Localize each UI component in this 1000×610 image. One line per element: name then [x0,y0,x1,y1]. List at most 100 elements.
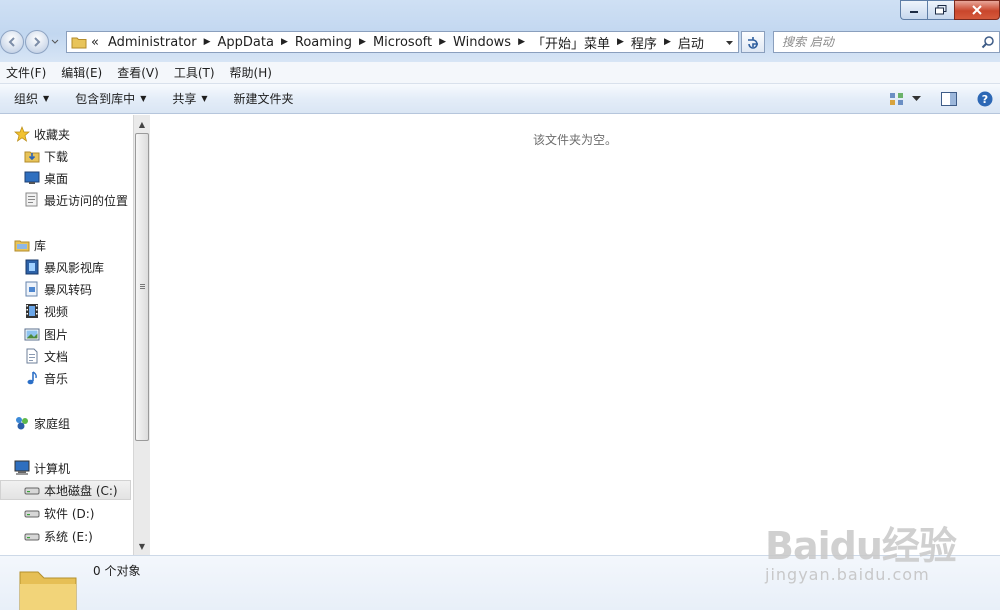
menu-file[interactable]: 文件(F) [2,64,50,81]
menu-help[interactable]: 帮助(H) [226,64,276,81]
breadcrumb-administrator[interactable]: Administrator [105,35,200,50]
help-icon: ? [977,91,993,107]
breadcrumb-start-menu[interactable]: 「开始」菜单 [529,33,613,52]
breadcrumb-separator-icon[interactable]: ▶ [435,37,450,47]
breadcrumb-separator-icon[interactable]: ▶ [660,37,675,47]
nav-item-label: 视频 [44,304,69,319]
search-button[interactable] [981,35,995,52]
close-icon [972,5,982,15]
libraries-icon [14,237,30,253]
change-view-button[interactable] [886,89,908,109]
navigation-buttons [0,30,60,54]
nav-item-drive-d[interactable]: 软件 (D:) [24,503,94,523]
breadcrumb-windows[interactable]: Windows [450,35,514,50]
address-bar[interactable]: « Administrator ▶ AppData ▶ Roaming ▶ Mi… [66,31,739,53]
back-button[interactable] [0,30,24,54]
help-button[interactable]: ? [974,89,996,109]
scroll-up-icon[interactable]: ▲ [134,116,150,132]
navigation-scrollbar[interactable]: ▲ ▼ [133,115,150,555]
star-icon [14,126,30,142]
navigation-pane: 收藏夹 下载 桌面 最近访问的位置 库 暴风影视库 暴风转码 视频 图片 文档 … [0,115,133,555]
address-dropdown[interactable] [725,36,734,51]
nav-item-label: 下载 [44,149,69,164]
homegroup-icon [14,415,30,431]
refresh-button[interactable] [741,31,765,53]
nav-item-label: 图片 [44,327,69,342]
breadcrumb-separator-icon[interactable]: ▶ [613,37,628,47]
include-in-library-button[interactable]: 包含到库中 ▼ [67,90,154,107]
menu-view[interactable]: 查看(V) [113,64,163,81]
scrollbar-thumb[interactable] [135,133,149,441]
menu-tools[interactable]: 工具(T) [170,64,219,81]
preview-pane-button[interactable] [938,89,960,109]
recent-pages-dropdown[interactable] [50,39,60,45]
breadcrumb-appdata[interactable]: AppData [215,35,277,50]
address-overflow[interactable]: « [91,35,105,50]
nav-item-videos[interactable]: 视频 [24,301,68,321]
hard-drive-icon [24,482,40,498]
breadcrumb-separator-icon[interactable]: ▶ [514,37,529,47]
picture-icon [24,326,40,342]
nav-item-label: 桌面 [44,171,69,186]
recent-places-icon [24,192,40,208]
downloads-icon [24,148,40,164]
file-list-area[interactable]: 该文件夹为空。 [150,115,1000,555]
breadcrumb-microsoft[interactable]: Microsoft [370,35,435,50]
chevron-down-icon: ▼ [201,94,208,103]
nav-item-baofeng-transcode[interactable]: 暴风转码 [24,279,92,299]
chevron-down-icon: ▼ [43,94,50,103]
nav-computer[interactable]: 计算机 [14,458,70,478]
nav-item-label: 系统 (E:) [44,529,93,544]
grip-icon [140,284,145,290]
nav-item-baofeng-library[interactable]: 暴风影视库 [24,257,104,277]
hard-drive-icon [24,505,40,521]
empty-folder-message: 该文件夹为空。 [532,133,617,147]
breadcrumb-separator-icon[interactable]: ▶ [200,37,215,47]
details-pane: 0 个对象 [0,555,1000,610]
computer-icon [14,460,30,476]
nav-item-music[interactable]: 音乐 [24,368,68,388]
nav-item-recent-places[interactable]: 最近访问的位置 [24,190,128,210]
nav-item-drive-e[interactable]: 系统 (E:) [24,526,93,546]
desktop-icon [24,170,40,186]
minimize-button[interactable] [900,0,927,20]
folder-icon [18,562,78,610]
chevron-down-icon [911,96,921,101]
nav-homegroup[interactable]: 家庭组 [14,413,70,433]
nav-item-documents[interactable]: 文档 [24,346,68,366]
nav-libraries-label: 库 [34,238,47,253]
document-icon [24,348,40,364]
nav-favorites[interactable]: 收藏夹 [14,124,70,144]
breadcrumb-roaming[interactable]: Roaming [292,35,355,50]
close-button[interactable] [954,0,1000,20]
maximize-button[interactable] [927,0,954,20]
new-folder-button[interactable]: 新建文件夹 [226,90,302,107]
breadcrumb-startup[interactable]: 启动 [675,33,707,52]
breadcrumb-separator-icon[interactable]: ▶ [355,37,370,47]
view-options-dropdown[interactable] [910,89,922,109]
view-controls: ? [880,89,996,109]
preview-pane-icon [941,92,957,106]
svg-text:?: ? [982,93,988,106]
transcode-icon [24,281,40,297]
forward-button[interactable] [25,30,49,54]
folder-icon [71,37,87,49]
back-arrow-icon [8,37,15,47]
organize-button[interactable]: 组织 ▼ [6,90,57,107]
nav-libraries[interactable]: 库 [14,235,46,255]
nav-item-downloads[interactable]: 下载 [24,146,68,166]
menu-edit[interactable]: 编辑(E) [57,64,106,81]
command-bar: 组织 ▼ 包含到库中 ▼ 共享 ▼ 新建文件夹 ? [0,84,1000,114]
breadcrumb-separator-icon[interactable]: ▶ [277,37,292,47]
search-box[interactable] [773,31,1000,53]
nav-item-label: 暴风影视库 [44,260,105,275]
share-button[interactable]: 共享 ▼ [164,90,215,107]
scroll-down-icon[interactable]: ▼ [134,538,150,554]
nav-item-pictures[interactable]: 图片 [24,324,68,344]
breadcrumb-programs[interactable]: 程序 [628,33,660,52]
search-input[interactable] [782,35,972,49]
nav-item-desktop[interactable]: 桌面 [24,168,68,188]
nav-item-label: 音乐 [44,371,69,386]
chevron-down-icon [726,41,733,45]
nav-item-drive-c[interactable]: 本地磁盘 (C:) [0,480,131,500]
